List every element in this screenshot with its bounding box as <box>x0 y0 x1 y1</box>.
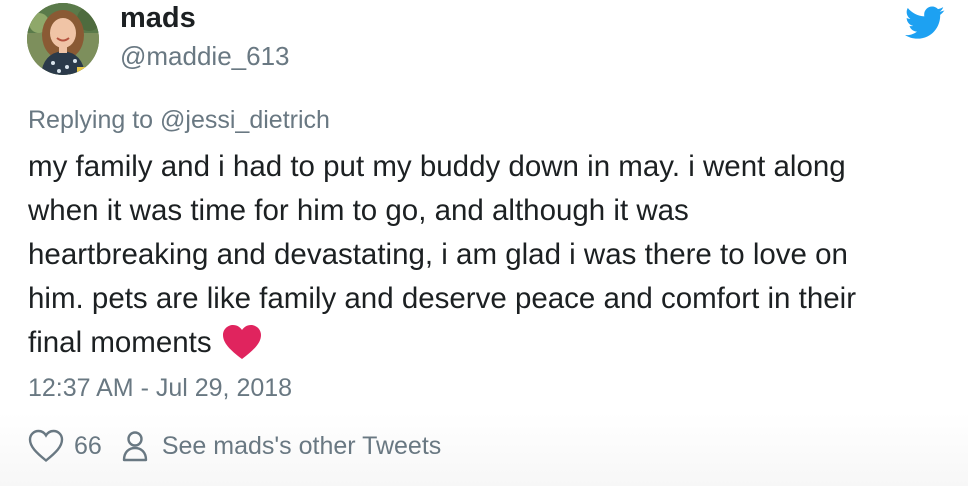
tweet-text-line: my family and i had to put my buddy down… <box>28 150 846 183</box>
like-button[interactable]: 66 <box>28 429 102 463</box>
see-other-tweets-link[interactable]: See mads's other Tweets <box>122 430 441 462</box>
heart-outline-icon <box>28 429 64 463</box>
tweet-text-last-line: final moments <box>28 321 948 365</box>
red-heart-emoji-icon <box>222 325 261 359</box>
tweet-timestamp[interactable]: 12:37 AM - Jul 29, 2018 <box>28 372 292 404</box>
replying-to-prefix: Replying to <box>28 106 161 134</box>
author-handle[interactable]: @maddie_613 <box>120 40 290 72</box>
like-count: 66 <box>74 431 102 460</box>
tweet-text-line: final moments <box>28 326 212 359</box>
person-icon <box>122 431 148 462</box>
replying-to: Replying to @jessi_dietrich <box>28 104 330 136</box>
avatar[interactable] <box>27 3 99 75</box>
tweet-text-line: him. pets are like family and deserve pe… <box>28 282 857 315</box>
tweet-actions: 66 See mads's other Tweets <box>28 426 441 466</box>
tweet-text: my family and i had to put my buddy down… <box>28 145 948 365</box>
tweet-text-line: heartbreaking and devastating, i am glad… <box>28 238 848 271</box>
reply-mention-link[interactable]: @jessi_dietrich <box>160 106 330 134</box>
twitter-bird-icon[interactable] <box>905 6 945 40</box>
avatar-photo <box>27 3 99 75</box>
see-other-tweets-label: See mads's other Tweets <box>161 431 442 460</box>
author-display-name[interactable]: mads <box>120 0 196 36</box>
tweet-text-line: when it was time for him to go, and alth… <box>28 194 689 227</box>
